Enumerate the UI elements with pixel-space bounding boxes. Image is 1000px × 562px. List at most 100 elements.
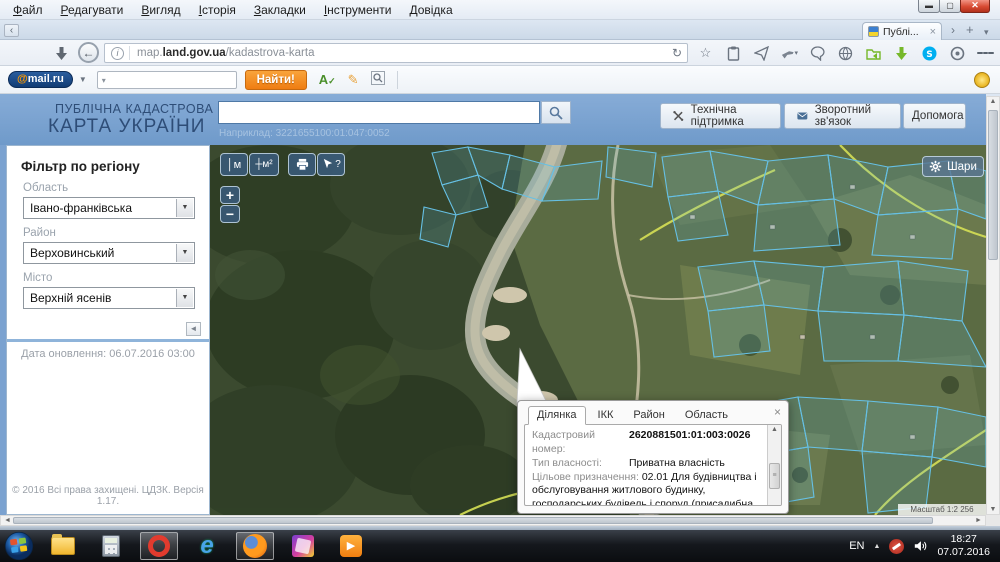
taskbar-internet-explorer[interactable]: e	[188, 532, 226, 560]
tab-list-icon[interactable]: ▾	[984, 26, 989, 38]
antivirus-icon[interactable]	[889, 538, 905, 554]
layers-button[interactable]: Шари	[922, 156, 984, 177]
tab-close-icon[interactable]: ×	[930, 26, 936, 38]
maximize-button[interactable]: ▢	[939, 0, 961, 13]
language-indicator[interactable]: EN	[849, 540, 864, 552]
tab-region[interactable]: Область	[677, 407, 736, 424]
share-folder-icon[interactable]	[865, 45, 882, 62]
region-label: Область	[23, 182, 69, 194]
menu-history[interactable]: Історія	[190, 2, 245, 18]
mailru-search-input[interactable]: ▾	[96, 70, 237, 89]
collapse-panel-icon[interactable]: ◄	[186, 322, 201, 336]
taskbar-media-player[interactable]: ▶	[332, 532, 370, 560]
reading-list-icon[interactable]	[725, 45, 742, 62]
navigation-bar: ← i map. land.gov.ua/kadastrova-karta ↻ ☆…	[0, 40, 1000, 66]
pocket-icon[interactable]	[753, 45, 770, 62]
taskbar-firefox[interactable]	[236, 532, 274, 560]
identify-button[interactable]: ?	[317, 153, 345, 176]
back-button[interactable]: ←	[78, 42, 99, 63]
district-select[interactable]: Верховинський ▼	[23, 242, 195, 264]
scroll-down-icon[interactable]: ▼	[987, 506, 999, 513]
scroll-up-icon[interactable]: ▲	[987, 98, 999, 105]
tab-district[interactable]: Район	[625, 407, 672, 424]
zoom-in-button[interactable]: +	[220, 186, 240, 204]
hidden-icons-chevron[interactable]: ▲	[874, 543, 881, 550]
bookmark-star-icon[interactable]: ☆	[697, 45, 714, 62]
extension-icon[interactable]: ▾	[781, 45, 798, 62]
reload-icon[interactable]: ↻	[672, 46, 682, 60]
tech-support-button[interactable]: Технічна підтримка	[660, 103, 781, 129]
menu-bookmarks[interactable]: Закладки	[245, 2, 315, 18]
tab-strip: ‹ Публі... × › + ▾	[0, 20, 1000, 40]
menu-view[interactable]: Вигляд	[132, 2, 189, 18]
tab-parcel[interactable]: Ділянка	[528, 406, 586, 425]
cadastral-number-value: 2620881501:01:003:0026	[629, 429, 751, 441]
chevron-down-icon[interactable]: ▼	[176, 289, 193, 307]
menu-file[interactable]: Файл	[4, 2, 52, 18]
new-tab-button[interactable]: +	[966, 23, 974, 36]
scroll-right-icon[interactable]: ►	[973, 516, 984, 526]
taskbar-clock[interactable]: 18:27 07.07.2016	[937, 533, 990, 559]
horizontal-scrollbar[interactable]: ◄ ►	[0, 515, 986, 526]
chat-bubble-icon[interactable]	[809, 45, 826, 62]
taskbar-explorer[interactable]	[44, 532, 82, 560]
highlighter-icon[interactable]: ✎	[348, 72, 359, 88]
mailru-toolbar: @mail.ru ▼ ▾ Найти! A✓ ✎	[0, 66, 1000, 94]
browser-tab[interactable]: Публі... ×	[862, 22, 942, 40]
feedback-button[interactable]: Зворотний зв'язок	[784, 103, 901, 129]
zoom-page-icon[interactable]	[370, 71, 385, 88]
popup-scroll-thumb[interactable]: ≡	[769, 463, 780, 489]
url-bar[interactable]: i map. land.gov.ua/kadastrova-karta ↻	[104, 43, 688, 63]
parcel-info-popup: × Ділянка ІКК Район Область Кадастровий …	[517, 400, 789, 514]
print-button[interactable]	[288, 153, 316, 176]
site-info-icon[interactable]: i	[111, 46, 124, 60]
speaker-icon[interactable]	[913, 539, 928, 553]
scroll-left-icon[interactable]: ◄	[2, 516, 13, 526]
tab-ikk[interactable]: ІКК	[590, 407, 622, 424]
parcel-details: Кадастровий номер: 2620881501:01:003:002…	[525, 425, 781, 505]
minimize-button[interactable]: ▬	[918, 0, 940, 13]
popup-scrollbar[interactable]: ▲ ≡	[767, 425, 781, 505]
tab-scroll-right-icon[interactable]: ›	[951, 24, 955, 36]
help-button[interactable]: Допомога	[903, 103, 966, 129]
menu-edit[interactable]: Редагувати	[52, 2, 133, 18]
mailru-logo[interactable]: @mail.ru	[8, 71, 73, 88]
tab-groups-icon[interactable]: ‹	[4, 24, 19, 37]
city-label: Місто	[23, 272, 53, 284]
screen: Файл Редагувати Вигляд Історія Закладки …	[0, 0, 1000, 562]
menu-help[interactable]: Довідка	[400, 2, 461, 18]
scroll-up-icon[interactable]: ▲	[768, 426, 781, 433]
measure-length-button[interactable]: │м	[220, 153, 248, 176]
spellcheck-icon[interactable]: A✓	[319, 72, 336, 87]
menu-tools[interactable]: Інструменти	[315, 2, 401, 18]
internet-explorer-icon: e	[200, 532, 214, 559]
start-button[interactable]	[4, 531, 34, 561]
taskbar-graphics-app[interactable]	[284, 532, 322, 560]
district-label: Район	[23, 227, 56, 239]
mailru-settings-icon[interactable]	[974, 72, 990, 88]
taskbar-calculator[interactable]	[92, 532, 130, 560]
close-button[interactable]: ✕	[960, 0, 990, 13]
mailru-find-button[interactable]: Найти!	[244, 69, 307, 90]
cadastral-search-input[interactable]	[218, 101, 540, 124]
recent-pages-icon[interactable]	[56, 47, 67, 65]
web-service-icon[interactable]	[837, 45, 854, 62]
taskbar-opera[interactable]	[140, 532, 178, 560]
popup-close-icon[interactable]: ×	[774, 405, 781, 419]
adblock-gear-icon[interactable]	[949, 45, 966, 62]
horizontal-scroll-thumb[interactable]	[13, 517, 933, 524]
search-button[interactable]	[541, 101, 571, 124]
measure-area-button[interactable]: ┼м²	[249, 153, 279, 176]
zoom-out-button[interactable]: −	[220, 205, 240, 223]
chevron-down-icon[interactable]: ▼	[176, 199, 193, 217]
site-header: ПУБЛІЧНА КАДАСТРОВА КАРТА УКРАЇНИ Наприк…	[0, 94, 986, 145]
vertical-scrollbar[interactable]: ▲ ▼	[986, 96, 1000, 515]
skype-icon[interactable]: S	[921, 45, 938, 62]
vertical-scroll-thumb[interactable]	[988, 110, 998, 260]
hamburger-menu-icon[interactable]	[977, 45, 995, 62]
chevron-down-icon[interactable]: ▼	[176, 244, 193, 262]
region-select[interactable]: Івано-франківська ▼	[23, 197, 195, 219]
city-select[interactable]: Верхній ясенів ▼	[23, 287, 195, 309]
download-icon[interactable]	[893, 45, 910, 62]
mailru-dropdown-icon[interactable]: ▼	[79, 75, 87, 84]
